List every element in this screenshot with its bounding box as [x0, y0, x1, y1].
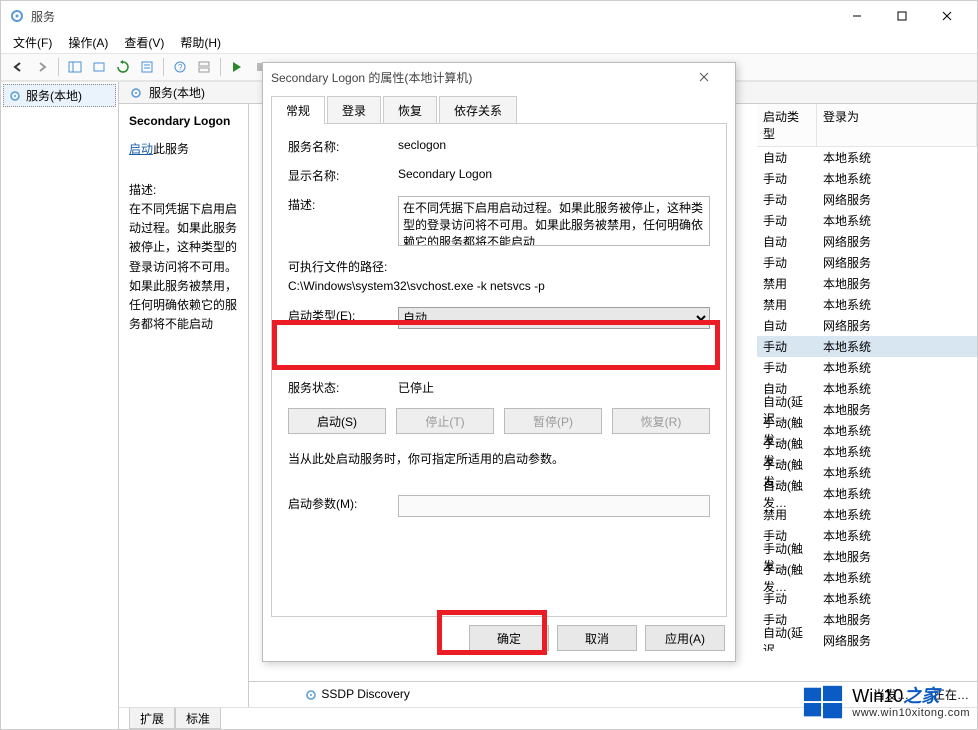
value-service-name: seclogon	[398, 138, 710, 152]
watermark: Win10之家 www.win10xitong.com	[802, 682, 970, 724]
list-row[interactable]: 手动网络服务	[757, 189, 977, 210]
list-rows: 自动本地系统手动本地系统手动网络服务手动本地系统自动网络服务手动网络服务禁用本地…	[757, 147, 977, 651]
label-exe-path: 可执行文件的路径:	[288, 258, 710, 275]
export-icon[interactable]	[88, 56, 110, 78]
tab-dependencies[interactable]: 依存关系	[439, 96, 517, 124]
label-display-name: 显示名称:	[288, 167, 398, 184]
tree-root-label: 服务(本地)	[26, 87, 82, 104]
value-status: 已停止	[398, 379, 710, 396]
show-hide-pane-icon[interactable]	[64, 56, 86, 78]
list-row[interactable]: 禁用本地系统	[757, 504, 977, 525]
dialog-close-button[interactable]	[699, 72, 727, 82]
close-button[interactable]	[924, 1, 969, 31]
gear-icon	[129, 86, 143, 100]
list-row[interactable]: 手动(触发…本地系统	[757, 567, 977, 588]
value-exe-path: C:\Windows\system32\svchost.exe -k netsv…	[288, 279, 710, 293]
control-buttons: 启动(S) 停止(T) 暂停(P) 恢复(R)	[288, 408, 710, 434]
startup-type-select[interactable]: 自动	[398, 307, 710, 329]
tab-general[interactable]: 常规	[271, 96, 325, 124]
selected-service-name: Secondary Logon	[129, 114, 238, 128]
list-row[interactable]: 自动本地系统	[757, 147, 977, 168]
list-row[interactable]: 手动本地系统	[757, 336, 977, 357]
more-icon[interactable]	[193, 56, 215, 78]
list-row[interactable]: 手动本地系统	[757, 168, 977, 189]
list-row[interactable]: 禁用本地系统	[757, 294, 977, 315]
start-service-line: 启动此服务	[129, 140, 238, 157]
list-row[interactable]: 手动本地系统	[757, 210, 977, 231]
start-icon[interactable]	[226, 56, 248, 78]
col-startup[interactable]: 启动类型	[757, 104, 817, 146]
dialog-titlebar: Secondary Logon 的属性(本地计算机)	[263, 63, 735, 91]
windows-logo-icon	[802, 682, 844, 724]
gear-icon	[8, 89, 22, 103]
properties-dialog: Secondary Logon 的属性(本地计算机) 常规 登录 恢复 依存关系…	[262, 62, 736, 662]
tab-extended[interactable]: 扩展	[129, 708, 175, 729]
ok-button[interactable]: 确定	[469, 625, 549, 651]
tab-logon[interactable]: 登录	[327, 96, 381, 124]
label-status: 服务状态:	[288, 379, 398, 396]
start-button[interactable]: 启动(S)	[288, 408, 386, 434]
menu-action[interactable]: 操作(A)	[60, 32, 116, 53]
services-icon	[9, 8, 25, 24]
titlebar: 服务	[1, 1, 977, 31]
tree-root-node[interactable]: 服务(本地)	[3, 84, 116, 107]
tab-recovery[interactable]: 恢复	[383, 96, 437, 124]
dialog-tabs: 常规 登录 恢复 依存关系	[263, 91, 735, 123]
tree-pane: 服务(本地)	[1, 82, 119, 729]
refresh-icon[interactable]	[112, 56, 134, 78]
help-icon[interactable]: ?	[169, 56, 191, 78]
label-description: 描述:	[288, 196, 398, 213]
forward-button[interactable]	[31, 56, 53, 78]
list-row[interactable]: 自动(触发…本地系统	[757, 483, 977, 504]
maximize-button[interactable]	[879, 1, 924, 31]
detail-pane: Secondary Logon 启动此服务 描述: 在不同凭据下启用启动过程。如…	[119, 104, 249, 707]
cancel-button[interactable]: 取消	[557, 625, 637, 651]
general-page: 服务名称: seclogon 显示名称: Secondary Logon 描述:…	[271, 123, 727, 617]
gear-icon: SSDP Discovery	[257, 687, 457, 702]
list-header: 启动类型 登录为	[757, 104, 977, 147]
list-row[interactable]: 禁用本地服务	[757, 273, 977, 294]
minimize-button[interactable]	[834, 1, 879, 31]
back-button[interactable]	[7, 56, 29, 78]
list-row[interactable]: 自动网络服务	[757, 231, 977, 252]
description-text: 在不同凭据下启用启动过程。如果此服务被停止，这种类型的登录访问将不可用。如果此服…	[129, 200, 238, 334]
apply-button[interactable]: 应用(A)	[645, 625, 725, 651]
params-note: 当从此处启动服务时，你可指定所适用的启动参数。	[288, 450, 710, 467]
right-pane-title: 服务(本地)	[149, 84, 205, 101]
watermark-url: www.win10xitong.com	[852, 707, 970, 719]
stop-button: 停止(T)	[396, 408, 494, 434]
list-row[interactable]: 自动(延迟…网络服务	[757, 630, 977, 651]
col-logon[interactable]: 登录为	[817, 104, 977, 146]
menu-view[interactable]: 查看(V)	[116, 32, 172, 53]
label-startup-type: 启动类型(E):	[288, 307, 398, 324]
list-row[interactable]: 手动本地系统	[757, 357, 977, 378]
dialog-title: Secondary Logon 的属性(本地计算机)	[271, 69, 699, 86]
svg-text:?: ?	[178, 63, 183, 72]
resume-button: 恢复(R)	[612, 408, 710, 434]
list-row[interactable]: 手动本地系统	[757, 588, 977, 609]
label-service-name: 服务名称:	[288, 138, 398, 155]
description-label: 描述:	[129, 181, 238, 198]
list-row[interactable]: 自动网络服务	[757, 315, 977, 336]
window-title: 服务	[31, 8, 834, 25]
params-input	[398, 495, 710, 517]
menu-file[interactable]: 文件(F)	[5, 32, 60, 53]
tab-standard[interactable]: 标准	[175, 708, 221, 729]
dialog-buttons: 确定 取消 应用(A)	[263, 625, 735, 661]
pause-button: 暂停(P)	[504, 408, 602, 434]
start-service-link[interactable]: 启动	[129, 142, 153, 156]
value-display-name: Secondary Logon	[398, 167, 710, 181]
list-row[interactable]: 手动网络服务	[757, 252, 977, 273]
value-description[interactable]	[398, 196, 710, 246]
menubar: 文件(F) 操作(A) 查看(V) 帮助(H)	[1, 31, 977, 53]
menu-help[interactable]: 帮助(H)	[172, 32, 229, 53]
label-params: 启动参数(M):	[288, 495, 398, 512]
properties-icon[interactable]	[136, 56, 158, 78]
